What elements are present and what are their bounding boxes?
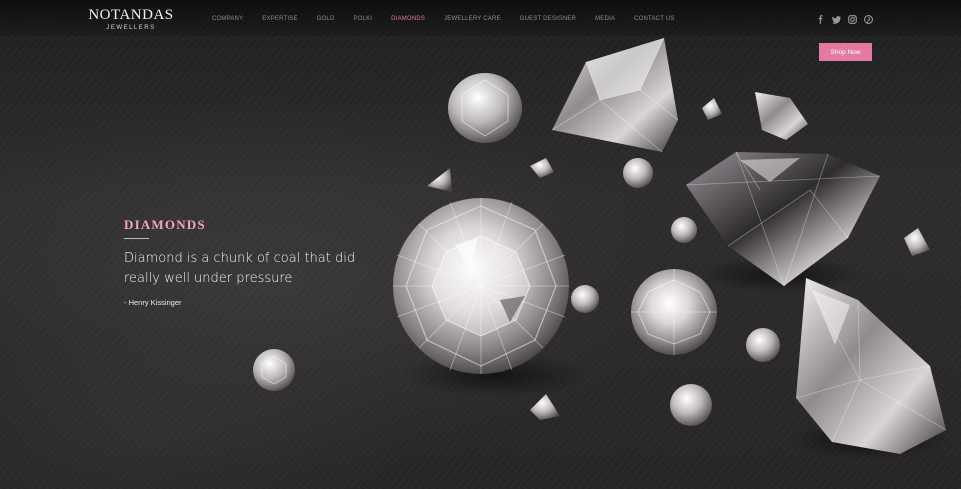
brand-tagline: JEWELLERS	[106, 25, 156, 31]
tilted-diamond-top	[551, 37, 679, 153]
social-links	[816, 15, 880, 24]
nav-item-gold[interactable]: GOLD	[317, 16, 335, 26]
main-nav: COMPANY EXPERTISE GOLD POLKI DIAMONDS JE…	[212, 16, 694, 26]
hero-quote: Diamond is a chunk of coal that did real…	[124, 251, 356, 286]
nav-item-jewellery-care[interactable]: JEWELLERY CARE	[444, 16, 501, 26]
top-navigation-bar: NOTANDAS JEWELLERS COMPANY EXPERTISE GOL…	[0, 0, 961, 36]
small-diamond-upper	[448, 73, 522, 143]
medium-diamond	[631, 269, 717, 355]
small-diamond-upper-right	[755, 92, 808, 140]
instagram-icon[interactable]	[848, 15, 857, 24]
nav-item-media[interactable]: MEDIA	[595, 16, 615, 26]
brand-logo[interactable]: NOTANDAS JEWELLERS	[88, 8, 174, 32]
nav-item-guest-designer[interactable]: GUEST DESIGNER	[520, 16, 576, 26]
shop-now-button[interactable]: Shop Now	[819, 43, 872, 61]
hero-title: DIAMONDS	[124, 217, 206, 232]
nav-item-expertise[interactable]: EXPERTISE	[262, 16, 297, 26]
title-divider	[124, 238, 149, 239]
hero-caption: DIAMONDS Diamond is a chunk of coal that…	[124, 217, 384, 307]
pinterest-icon[interactable]	[864, 15, 873, 24]
quote-author: - Henry Kissinger	[124, 298, 182, 307]
nav-item-polki[interactable]: POLKI	[353, 16, 372, 26]
brand-name: NOTANDAS	[88, 7, 174, 23]
nav-item-contact-us[interactable]: CONTACT US	[634, 16, 674, 26]
nav-item-company[interactable]: COMPANY	[212, 16, 243, 26]
facebook-icon[interactable]	[816, 15, 825, 24]
large-diamond	[393, 198, 569, 374]
twitter-icon[interactable]	[832, 15, 841, 24]
nav-item-diamonds[interactable]: DIAMONDS	[391, 16, 425, 26]
